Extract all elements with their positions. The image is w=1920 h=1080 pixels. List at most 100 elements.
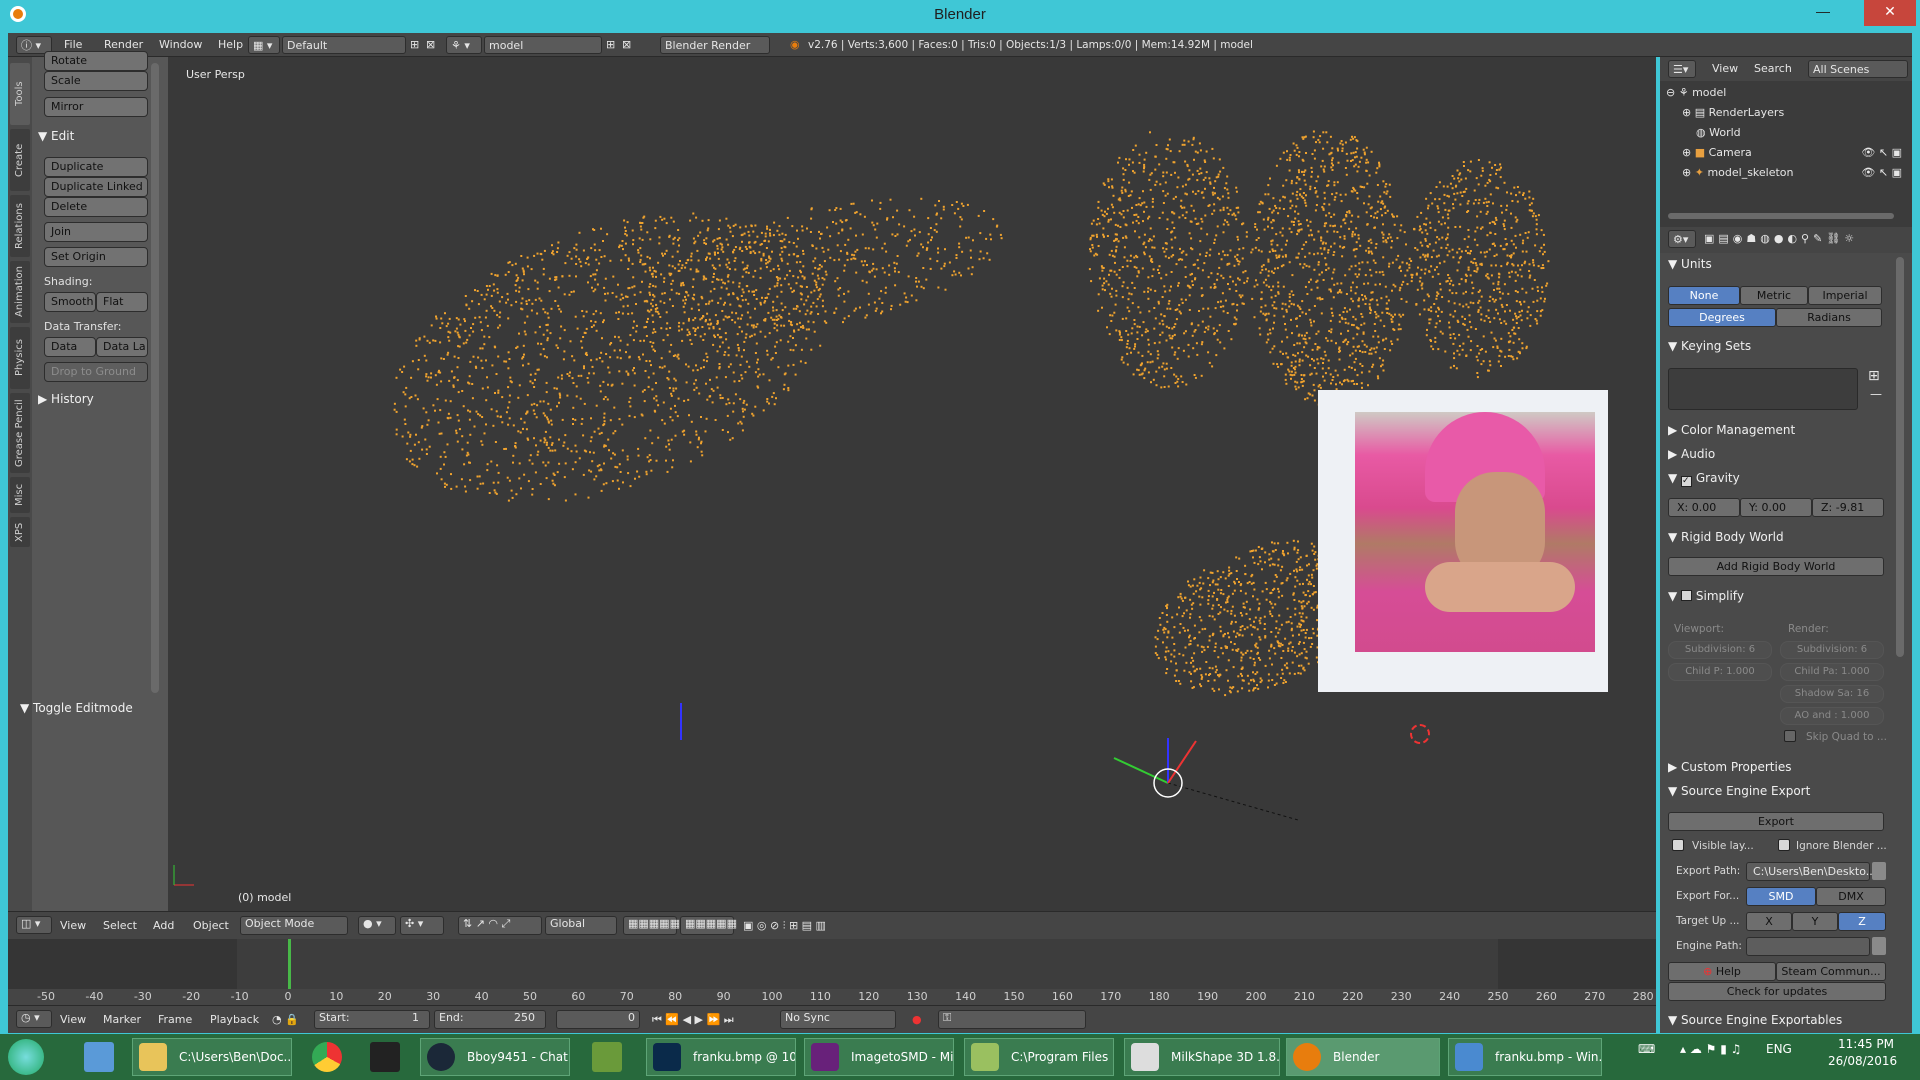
- taskbar-item-steam-chat[interactable]: Bboy9451 - Chat: [420, 1038, 570, 1076]
- add-scene-icon[interactable]: ⊞: [606, 36, 615, 54]
- toggle-editmode-panel[interactable]: ▼ Toggle Editmode: [20, 701, 133, 715]
- units-radians-button[interactable]: Radians: [1776, 308, 1882, 327]
- screen-layout-icon[interactable]: ▦ ▾: [248, 36, 280, 54]
- simplify-render-child-particles-field[interactable]: Child Pa: 1.000: [1780, 663, 1884, 681]
- menu-object[interactable]: Object: [193, 919, 229, 932]
- preview-range-icon[interactable]: ◔ 🔒: [272, 1013, 299, 1026]
- simplify-render-subdivision-field[interactable]: Subdivision: 6: [1780, 641, 1884, 659]
- tab-xps[interactable]: XPS: [10, 517, 30, 547]
- editor-type-3d-icon[interactable]: ◫ ▾: [16, 916, 52, 934]
- delete-button[interactable]: Delete: [44, 197, 148, 217]
- taskbar-item-milkshape[interactable]: MilkShape 3D 1.8....: [1124, 1038, 1280, 1076]
- ignore-blender-checkbox[interactable]: [1778, 839, 1790, 851]
- tab-tools[interactable]: Tools: [10, 63, 30, 125]
- color-management-panel-header[interactable]: ▶ Color Management: [1668, 423, 1795, 437]
- remove-scene-icon[interactable]: ⊠: [622, 36, 631, 54]
- units-none-button[interactable]: None: [1668, 286, 1740, 305]
- gravity-y-field[interactable]: Y: 0.00: [1740, 498, 1812, 517]
- set-origin-dropdown[interactable]: Set Origin: [44, 247, 148, 267]
- menu-add[interactable]: Add: [153, 919, 174, 932]
- up-axis-x-button[interactable]: X: [1746, 912, 1792, 931]
- keying-sets-list[interactable]: [1668, 368, 1858, 410]
- close-button[interactable]: ✕: [1864, 0, 1916, 26]
- steam-community-button[interactable]: Steam Commun...: [1776, 962, 1886, 981]
- rotate-button[interactable]: Rotate: [44, 51, 148, 71]
- taskbar-item-program-files[interactable]: C:\Program Files ...: [964, 1038, 1114, 1076]
- playback-controls-icons[interactable]: ⏮ ⏪ ◀ ▶ ⏩ ⏭: [652, 1013, 734, 1027]
- taskbar-item-explorer[interactable]: C:\Users\Ben\Doc...: [132, 1038, 292, 1076]
- language-indicator[interactable]: ENG: [1766, 1042, 1792, 1056]
- scene-field[interactable]: model: [484, 36, 602, 54]
- outliner-menu-view[interactable]: View: [1712, 60, 1738, 78]
- outliner-item-model[interactable]: ⊖ ⚘ model: [1660, 83, 1912, 103]
- current-frame-field[interactable]: 0: [556, 1010, 640, 1029]
- editor-type-outliner-icon[interactable]: ☰▾: [1668, 60, 1696, 78]
- browse-folder-icon[interactable]: [1872, 862, 1886, 880]
- menu-help[interactable]: Help: [218, 36, 243, 54]
- keyboard-tray-icon[interactable]: ⌨: [1638, 1042, 1655, 1056]
- playhead[interactable]: [288, 939, 291, 989]
- flat-button[interactable]: Flat: [96, 292, 148, 312]
- 3d-cursor-icon[interactable]: [1410, 724, 1430, 744]
- manipulator-icons[interactable]: ⇅ ↗ ◠ ⤢: [458, 916, 542, 935]
- simplify-shadow-samples-field[interactable]: Shadow Sa: 16: [1780, 685, 1884, 703]
- 3d-viewport[interactable]: User Persp (0) model: [168, 57, 1656, 911]
- check-for-updates-button[interactable]: Check for updates: [1668, 982, 1886, 1001]
- units-imperial-button[interactable]: Imperial: [1808, 286, 1882, 305]
- outliner-item-model-skeleton[interactable]: ⊕ ✦ model_skeleton 👁 ↖ ▣: [1660, 163, 1912, 183]
- gravity-z-field[interactable]: Z: -9.81: [1812, 498, 1884, 517]
- clock-time[interactable]: 11:45 PM: [1838, 1037, 1894, 1051]
- minimize-button[interactable]: —: [1800, 0, 1846, 26]
- units-metric-button[interactable]: Metric: [1740, 286, 1808, 305]
- format-dmx-button[interactable]: DMX: [1816, 887, 1886, 906]
- start-frame-field[interactable]: Start: 1: [314, 1010, 430, 1029]
- export-button[interactable]: Export: [1668, 812, 1884, 831]
- end-frame-field[interactable]: End: 250: [434, 1010, 546, 1029]
- taskbar-item-blender[interactable]: Blender: [1286, 1038, 1440, 1076]
- custom-properties-panel-header[interactable]: ▶ Custom Properties: [1668, 760, 1791, 774]
- media-icon[interactable]: [370, 1042, 400, 1072]
- gravity-x-field[interactable]: X: 0.00: [1668, 498, 1740, 517]
- scale-button[interactable]: Scale: [44, 71, 148, 91]
- history-panel-header[interactable]: ▶ History: [38, 392, 94, 406]
- tab-physics[interactable]: Physics: [10, 327, 30, 389]
- data-button[interactable]: Data: [44, 337, 96, 357]
- audio-panel-header[interactable]: ▶ Audio: [1668, 447, 1715, 461]
- tool-shelf-scrollbar[interactable]: [151, 63, 159, 693]
- menu-timeline-view[interactable]: View: [60, 1013, 86, 1026]
- simplify-ao-field[interactable]: AO and : 1.000: [1780, 707, 1884, 725]
- properties-context-icons[interactable]: ▣▤◉☗◍●◐⚲✎⛓☼: [1704, 230, 1858, 248]
- layers-grid-1[interactable]: ▦▦▦▦▦: [623, 916, 680, 935]
- add-keying-set-icon[interactable]: ⊞: [1868, 368, 1880, 384]
- outliner-menu-search[interactable]: Search: [1754, 60, 1792, 78]
- snap-icons[interactable]: ▣ ◎ ⊘ ⫶ ⊞ ▤ ▥: [743, 919, 826, 933]
- source-engine-exportables-panel-header[interactable]: ▼ Source Engine Exportables: [1668, 1013, 1842, 1027]
- visibility-eye-icon[interactable]: 👁 ↖ ▣: [1861, 163, 1902, 183]
- visibility-eye-icon[interactable]: 👁 ↖ ▣: [1861, 143, 1902, 163]
- remove-keying-set-icon[interactable]: —: [1870, 387, 1882, 401]
- source-engine-export-panel-header[interactable]: ▼ Source Engine Export: [1668, 784, 1810, 798]
- mirror-button[interactable]: Mirror: [44, 97, 148, 117]
- smooth-button[interactable]: Smooth: [44, 292, 96, 312]
- tab-create[interactable]: Create: [10, 129, 30, 191]
- taskbar-item-visual-studio[interactable]: ImagetoSMD - Mi...: [804, 1038, 954, 1076]
- duplicate-button[interactable]: Duplicate: [44, 157, 148, 177]
- scene-icon[interactable]: ⚘ ▾: [446, 36, 482, 54]
- skip-quad-checkbox[interactable]: [1784, 730, 1796, 742]
- layers-grid-2[interactable]: ▦▦▦▦▦: [680, 916, 737, 935]
- engine-path-field[interactable]: [1746, 937, 1870, 956]
- taskbar-pin-explorer-icon[interactable]: [84, 1042, 114, 1072]
- editor-type-properties-icon[interactable]: ⚙▾: [1668, 230, 1696, 248]
- add-screen-icon[interactable]: ⊞: [410, 36, 419, 54]
- export-path-field[interactable]: C:\Users\Ben\Deskto...: [1746, 862, 1876, 881]
- units-panel-header[interactable]: ▼ Units: [1668, 257, 1712, 271]
- tab-relations[interactable]: Relations: [10, 195, 30, 257]
- render-engine-dropdown[interactable]: Blender Render: [660, 36, 770, 54]
- join-button[interactable]: Join: [44, 222, 148, 242]
- units-degrees-button[interactable]: Degrees: [1668, 308, 1776, 327]
- taskbar-item-image-viewer[interactable]: franku.bmp - Win...: [1448, 1038, 1602, 1076]
- remove-screen-icon[interactable]: ⊠: [426, 36, 435, 54]
- outliner-item-world[interactable]: ◍ World: [1660, 123, 1912, 143]
- pivot-point-icon[interactable]: ✣ ▾: [400, 916, 444, 935]
- help-button[interactable]: ⊕ Help: [1668, 962, 1776, 981]
